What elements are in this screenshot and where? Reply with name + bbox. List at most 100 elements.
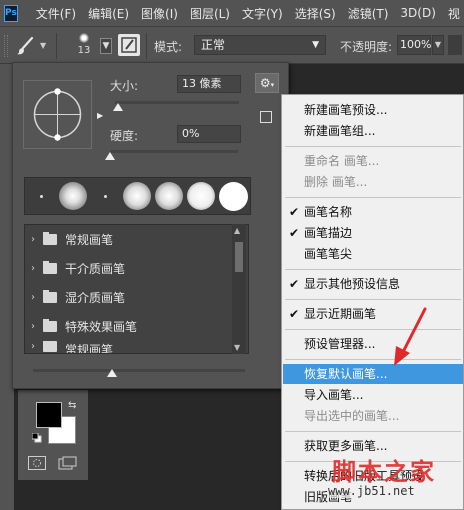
menu-file[interactable]: 文件(F) (30, 5, 82, 22)
size-slider-track[interactable] (115, 101, 239, 104)
checkmark-icon: ✔ (289, 307, 300, 321)
brush-tip-1[interactable] (25, 180, 57, 212)
list-item[interactable]: › 常规画笔 (25, 341, 248, 353)
menu-show-extra-info[interactable]: ✔ 显示其他预设信息 (283, 274, 463, 294)
opacity-dropdown-icon[interactable]: ▼ (432, 35, 444, 55)
brush-tool-icon[interactable] (14, 35, 36, 57)
menu-new-brush-group[interactable]: 新建画笔组... (283, 121, 463, 141)
menu-item-label: 导入画笔... (304, 388, 364, 402)
size-slider-thumb[interactable] (113, 103, 123, 111)
brush-settings-panel-button[interactable] (118, 34, 140, 56)
menu-image[interactable]: 图像(I) (135, 5, 184, 22)
divider (56, 33, 57, 59)
brush-tip-angle-preview[interactable] (23, 80, 92, 149)
opacity-label: 不透明度: (340, 40, 393, 54)
hardness-slider-thumb[interactable] (105, 152, 115, 160)
menu-type[interactable]: 文字(Y) (236, 5, 289, 22)
menu-brush-stroke[interactable]: ✔ 画笔描边 (283, 223, 463, 243)
brush-tip-3[interactable] (89, 180, 121, 212)
chevron-right-icon[interactable]: › (31, 234, 43, 245)
picker-settings-gear-icon[interactable]: ⚙▾ (255, 73, 279, 93)
menu-item-label: 画笔名称 (304, 205, 353, 219)
chevron-right-icon[interactable]: › (31, 263, 43, 274)
annotation-arrow-icon (394, 307, 427, 366)
brush-preset-preview[interactable]: 13 (68, 31, 100, 61)
tool-preset-arrow-icon[interactable]: ▼ (40, 41, 46, 50)
opacity-input[interactable]: 100% (397, 35, 431, 55)
quick-mask-icon[interactable] (28, 456, 46, 470)
options-bar-grip[interactable] (4, 35, 8, 57)
preview-size-slider-track[interactable] (33, 369, 245, 372)
size-input[interactable]: 13 像素 (177, 75, 241, 93)
brush-tip-4[interactable] (121, 180, 153, 212)
brush-tip-6[interactable] (185, 180, 217, 212)
folder-icon (43, 290, 57, 303)
scroll-down-icon[interactable]: ▼ (234, 343, 240, 352)
folder-icon (43, 261, 57, 274)
mode-select[interactable]: 正常 ▼ (194, 35, 326, 55)
screen-mode-icon[interactable] (58, 456, 78, 470)
scroll-up-icon[interactable]: ▲ (234, 226, 240, 235)
menu-view[interactable]: 视 (442, 5, 464, 22)
size-label: 大小: (110, 79, 139, 93)
pressure-opacity-icon[interactable] (448, 35, 462, 55)
menu-item-label: 画笔笔尖 (304, 247, 353, 261)
menu-item-label: 获取更多画笔... (304, 439, 388, 453)
preset-group-label: 常规画笔 (65, 233, 114, 247)
menu-delete-brush[interactable]: 删除 画笔... (283, 172, 463, 192)
menu-bar: Ps 文件(F) 编辑(E) 图像(I) 图层(L) 文字(Y) 选择(S) 滤… (0, 0, 464, 26)
preview-size-slider-thumb[interactable] (107, 369, 117, 377)
chevron-right-icon[interactable]: › (31, 321, 43, 332)
list-item[interactable]: › 干介质画笔 (25, 254, 248, 283)
brush-tip-7[interactable] (217, 180, 249, 212)
angle-handle-arrow-icon[interactable]: ▶ (97, 111, 103, 120)
chevron-right-icon[interactable]: › (31, 341, 43, 352)
scrollbar-thumb[interactable] (235, 242, 243, 272)
menu-edit[interactable]: 编辑(E) (82, 5, 135, 22)
divider (146, 33, 147, 59)
watermark-url: www.jb51.net (328, 484, 415, 498)
menu-filter[interactable]: 滤镜(T) (342, 5, 395, 22)
hardness-slider-track[interactable] (110, 150, 238, 153)
new-preset-icon[interactable] (260, 111, 272, 123)
chevron-right-icon[interactable]: › (31, 292, 43, 303)
hardness-input[interactable]: 0% (177, 125, 241, 143)
color-swatches: ⇆ (18, 390, 88, 480)
menu-rename-brush[interactable]: 重命名 画笔... (283, 151, 463, 171)
menu-layer[interactable]: 图层(L) (184, 5, 236, 22)
preset-list-scrollbar[interactable]: ▲ ▼ (232, 224, 246, 354)
hardness-label: 硬度: (110, 129, 139, 143)
swap-colors-icon[interactable]: ⇆ (68, 400, 76, 411)
default-colors-icon[interactable] (31, 432, 42, 443)
brush-tip-2[interactable] (57, 180, 89, 212)
picker-flyout-menu: 新建画笔预设... 新建画笔组... 重命名 画笔... 删除 画笔... ✔ 画… (281, 94, 464, 510)
checkmark-icon: ✔ (289, 226, 300, 240)
menu-item-label: 显示近期画笔 (304, 307, 377, 321)
folder-icon (43, 341, 57, 352)
brush-size-number: 13 (77, 45, 91, 56)
chevron-down-icon: ▼ (312, 40, 319, 50)
recent-brush-tips (24, 177, 251, 215)
list-item[interactable]: › 特殊效果画笔 (25, 312, 248, 341)
menu-restore-default-brushes[interactable]: 恢复默认画笔... (283, 364, 463, 384)
menu-preset-manager[interactable]: 预设管理器... (283, 334, 463, 354)
menu-divider (285, 146, 461, 147)
menu-show-recent-brushes[interactable]: ✔ 显示近期画笔 (283, 304, 463, 324)
list-item[interactable]: › 常规画笔 (25, 225, 248, 254)
menu-new-brush-preset[interactable]: 新建画笔预设... (283, 100, 463, 120)
menu-3d[interactable]: 3D(D) (394, 6, 441, 20)
brush-preset-picker: ▶ 大小: 13 像素 硬度: 0% ⚙▾ › 常规画笔 › 干介质画笔 › 湿… (12, 62, 289, 389)
menu-select[interactable]: 选择(S) (289, 5, 342, 22)
foreground-color-swatch[interactable] (36, 402, 62, 428)
brush-picker-toggle-icon[interactable]: ▼ (100, 38, 112, 54)
list-item[interactable]: › 湿介质画笔 (25, 283, 248, 312)
menu-brush-name[interactable]: ✔ 画笔名称 (283, 202, 463, 222)
menu-item-label: 新建画笔预设... (304, 103, 388, 117)
menu-divider (285, 269, 461, 270)
preset-group-label: 特殊效果画笔 (65, 320, 138, 334)
brush-tip-5[interactable] (153, 180, 185, 212)
brush-tip-dot-icon (79, 33, 89, 43)
menu-export-selected-brushes[interactable]: 导出选中的画笔... (283, 406, 463, 426)
menu-brush-tip[interactable]: 画笔笔尖 (283, 244, 463, 264)
menu-import-brushes[interactable]: 导入画笔... (283, 385, 463, 405)
